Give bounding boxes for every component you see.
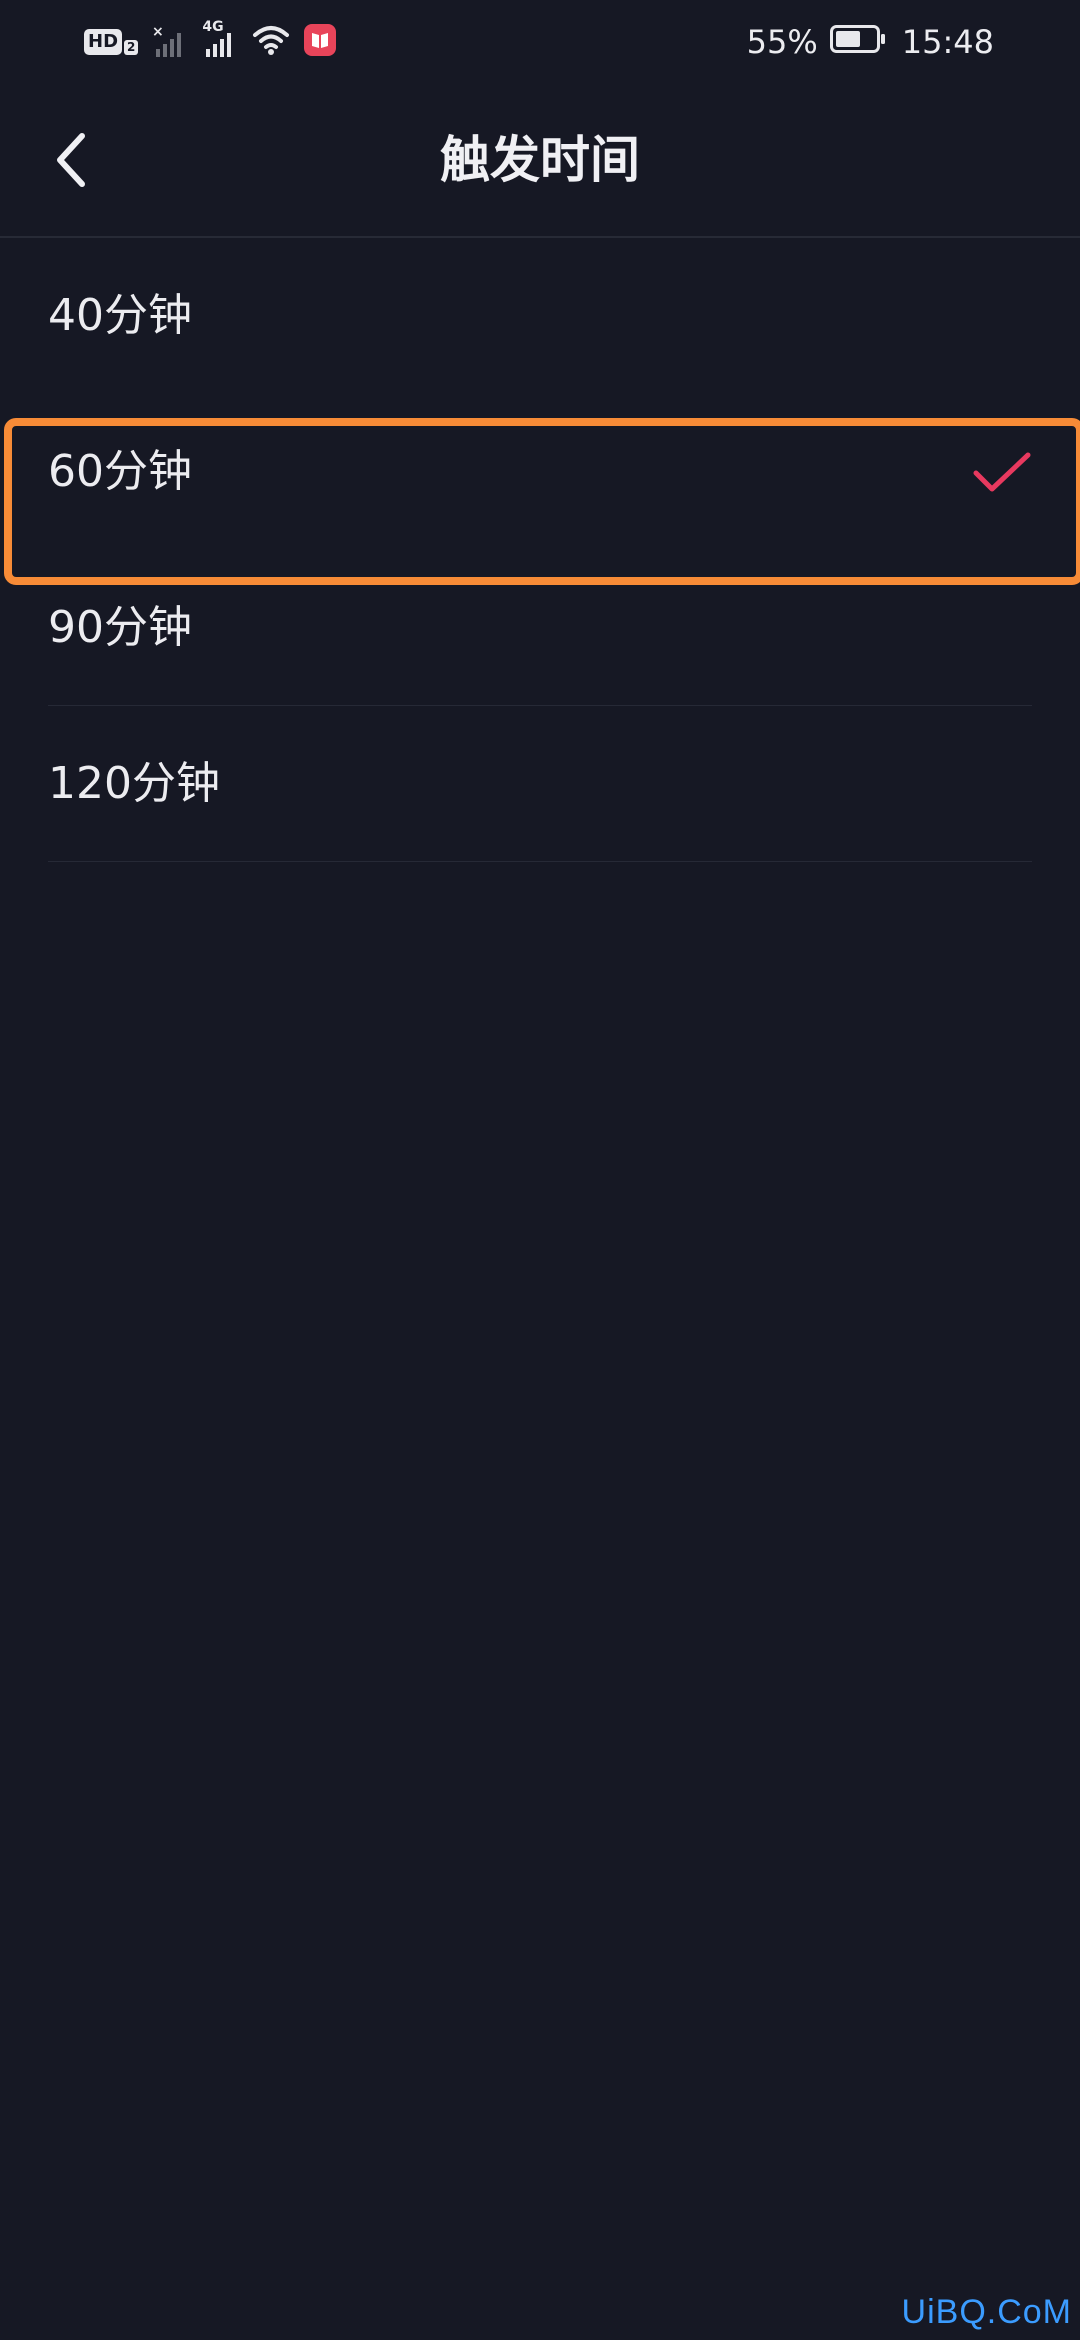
option-60-min[interactable]: 60分钟 — [0, 394, 1080, 550]
option-label: 40分钟 — [48, 290, 192, 341]
option-label: 60分钟 — [48, 446, 192, 497]
status-bar: HD 2 × 4G 55% 15:48 — [0, 0, 1080, 84]
hd-sub-label: 2 — [124, 40, 139, 55]
battery-percent: 55% — [746, 23, 818, 61]
checkmark-icon — [973, 452, 1031, 492]
hd-label: HD — [84, 29, 123, 55]
page-title: 触发时间 — [440, 131, 640, 189]
trigger-time-options: 40分钟 60分钟 90分钟 120分钟 — [0, 238, 1080, 862]
option-40-min[interactable]: 40分钟 — [0, 238, 1080, 394]
network-type-label: 4G — [202, 19, 224, 35]
app-header: 触发时间 — [0, 84, 1080, 238]
notification-app-icon — [304, 24, 337, 60]
signal-4g-icon: 4G — [202, 19, 238, 59]
option-label: 90分钟 — [48, 602, 192, 653]
battery-icon — [829, 23, 886, 61]
row-divider — [48, 861, 1032, 862]
option-label: 120分钟 — [48, 758, 220, 809]
watermark: UiBQ.CoM — [901, 2293, 1072, 2331]
option-90-min[interactable]: 90分钟 — [0, 550, 1080, 706]
hd-icon: HD 2 — [84, 29, 139, 55]
status-icons-right: 55% 15:48 — [747, 18, 994, 66]
option-120-min[interactable]: 120分钟 — [0, 706, 1080, 862]
signal-no-service-icon: × — [152, 24, 188, 59]
status-icons-left: HD 2 × 4G — [84, 19, 337, 62]
wifi-icon — [252, 24, 290, 60]
clock-time: 15:48 — [901, 23, 994, 61]
svg-text:×: × — [152, 25, 164, 40]
